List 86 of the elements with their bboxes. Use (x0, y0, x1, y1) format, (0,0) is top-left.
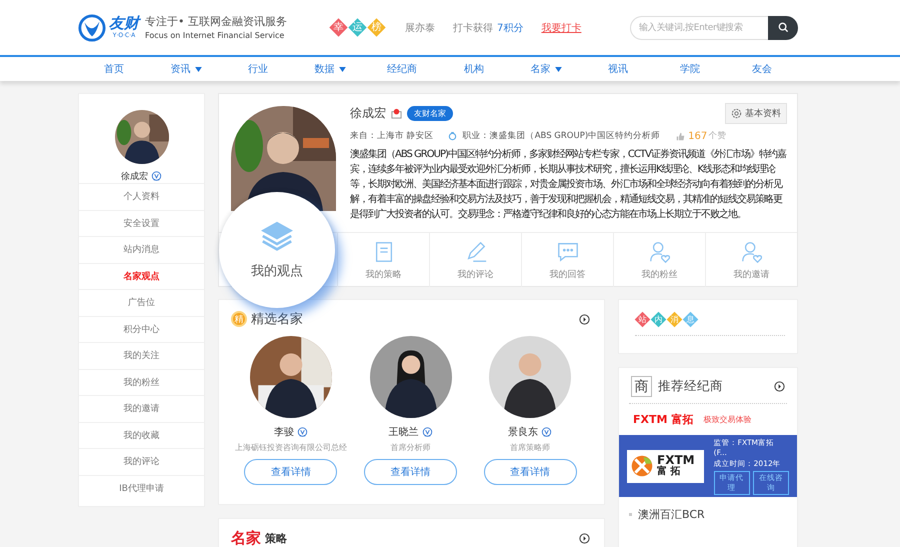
sidebar-item[interactable]: 积分中心 (79, 316, 204, 342)
expert-badge: 友财名家 (407, 106, 453, 121)
user-name[interactable]: 展亦泰 (405, 20, 435, 34)
sidebar-item[interactable]: 我的邀请 (79, 395, 204, 422)
nav-link[interactable]: 学院 (654, 57, 726, 81)
expert-title: 首席策略师 (510, 442, 550, 453)
expert-name: 王晓兰 (388, 426, 418, 439)
profile-tile[interactable]: 我的评论 (429, 233, 521, 287)
verified-icon (541, 426, 552, 438)
logo-text: 富 拓 (657, 466, 682, 478)
section-title-highlight: 名家 (231, 529, 261, 547)
verified-icon (422, 426, 432, 438)
sidebar-item[interactable]: 名家观点 (79, 262, 204, 289)
arrow-right-icon[interactable] (579, 314, 590, 324)
message-badge[interactable]: 内 (650, 312, 666, 328)
sidebar-item[interactable]: 我的评论 (79, 448, 204, 474)
profile-tile[interactable]: 我的策略 (337, 233, 429, 287)
sidebar-item[interactable]: 我的粉丝 (79, 368, 204, 395)
expert-title: 首席分析师 (390, 442, 430, 453)
location-icon (448, 130, 457, 142)
details-button[interactable]: 查看详情 (364, 459, 457, 485)
profile-tile[interactable]: 我的邀请 (705, 233, 797, 287)
section-title: 精选名家 (251, 311, 303, 328)
job-text: 职业：澳盛集团（ABS GROUP)中国区特约分析师 (462, 130, 660, 142)
checkin-link[interactable]: 我要打卡 (541, 20, 582, 34)
ranking-badge[interactable]: 运 (348, 18, 367, 37)
sidebar-item[interactable]: 我的收藏 (79, 422, 204, 448)
message-badge[interactable]: 站 (634, 312, 650, 328)
section-title: 策略 (265, 531, 287, 546)
logo-icon (78, 14, 106, 42)
arrow-right-icon[interactable] (579, 533, 590, 544)
user-heart-icon (740, 240, 764, 264)
brand-name: 友财 (109, 15, 139, 32)
checkin-points: 7积分 (497, 22, 524, 34)
checkin-text: 打卡获得 (453, 22, 493, 34)
broker-tagline: 极致交易体验 (703, 414, 752, 425)
arrow-right-icon[interactable] (774, 381, 785, 392)
sidebar-item[interactable]: 广告位 (79, 289, 204, 316)
details-button[interactable]: 查看详情 (244, 459, 338, 485)
nav-link[interactable]: 数据 (294, 57, 366, 81)
expert-name: 李骏 (274, 426, 294, 439)
verified-icon (296, 426, 308, 438)
shop-icon: 商 (631, 376, 652, 397)
section-title: 推荐经纪商 (658, 378, 723, 395)
sidebar-item[interactable]: 站内消息 (79, 236, 204, 262)
sidebar-item[interactable]: IB代理申请 (79, 474, 204, 501)
location-text: 来自：上海市 静安区 (350, 130, 434, 142)
broker-name[interactable]: 澳洲百汇BCR (638, 507, 705, 522)
user-name: 徐成宏 (121, 170, 148, 183)
nav-link[interactable]: 首页 (78, 57, 150, 81)
sidebar-item[interactable]: 安全设置 (79, 210, 204, 236)
nav-link[interactable]: 机构 (438, 57, 510, 81)
medal-icon: 精 (231, 311, 247, 327)
nav-link[interactable]: 经纪商 (366, 57, 438, 81)
x-mark-icon (631, 455, 653, 477)
profile-name: 徐成宏 (350, 105, 386, 122)
search-icon (778, 22, 788, 33)
sidebar-item[interactable]: 个人资料 (79, 183, 204, 210)
expert-title: 上海砺钰投资咨询有限公司总经 (234, 442, 347, 453)
logo-text: FXTM (657, 454, 695, 466)
settings-icon (731, 108, 742, 119)
sidebar-item[interactable]: 我的关注 (79, 342, 204, 368)
profile-tile[interactable]: 我的回答 (521, 233, 613, 287)
ranking-badge[interactable]: 幸 (329, 18, 348, 37)
nav-link[interactable]: 友会 (726, 57, 798, 81)
settings-button[interactable]: 基本资料 (725, 103, 787, 124)
layers-icon (259, 220, 295, 252)
mail-icon[interactable] (391, 108, 402, 119)
nav-link[interactable]: 行业 (222, 57, 294, 81)
details-button[interactable]: 查看详情 (484, 459, 577, 485)
expert-name: 景良东 (508, 426, 538, 439)
search-button[interactable] (768, 16, 798, 40)
search-field[interactable]: 输入关键词,按Enter键搜索 (630, 16, 768, 40)
nav-link[interactable]: 名家 (510, 57, 582, 81)
like-count: 167 (688, 130, 708, 142)
bio-text: 澳盛集团（ABS GROUP)中国区特约分析师，多家财经网站专栏专家，CCTV证券资讯频道《外汇市场》特约嘉宾，连续多年被评为业内最受欢迎外汇分析师，长期从事技术研究，擅长运用K线理论、K线形态和均线理论等，长期对欧洲、美国经济基本面进行跟踪，对贵金属投资市场、外汇市场和全球经济动向有着独到的分析见解，有着丰富的操盘经验和交易方法及技巧，善于发现和把握机会，精通短线交易，其精准的短线交易策略更是得到广大投资者的认可。交易理念：严格遵守纪律和良好的心态方能在市场上长期立于不败之地。 (350, 148, 787, 222)
like-unit: 个赞 (708, 130, 726, 142)
broker-name[interactable]: FXTM 富拓 (633, 412, 694, 427)
verified-icon (151, 171, 162, 182)
nav-link[interactable]: 资讯 (150, 57, 222, 81)
slogan-english: Focus on Internet Financial Service (145, 30, 286, 42)
slogan: 专注于• 互联网金融资讯服务 (145, 14, 288, 30)
nav-link[interactable]: 视讯 (582, 57, 654, 81)
profile-tile[interactable]: 我的粉丝 (613, 233, 705, 287)
user-heart-icon (648, 240, 672, 264)
thumbs-up-icon[interactable] (676, 132, 686, 140)
